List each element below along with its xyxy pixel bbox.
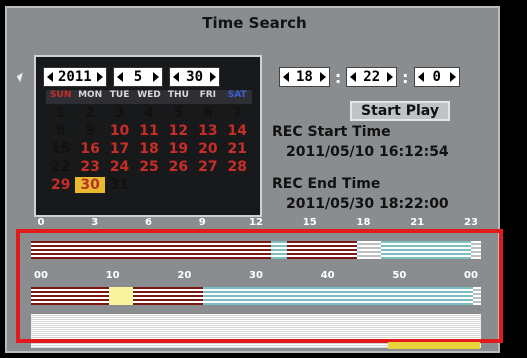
calendar-day[interactable]: 17 <box>105 141 134 157</box>
weekday-label: WED <box>137 90 161 100</box>
calendar-day[interactable]: 5 <box>164 105 193 121</box>
colon-separator: : <box>334 67 342 87</box>
arrow-right-icon[interactable] <box>96 72 103 82</box>
day-selector[interactable]: 30 <box>169 67 221 87</box>
calendar-day[interactable]: 31 <box>105 177 134 193</box>
calendar-day[interactable]: 23 <box>75 159 104 175</box>
calendar-day[interactable]: 13 <box>193 123 222 139</box>
calendar-day[interactable]: 30 <box>75 177 105 193</box>
month-selector[interactable]: 5 <box>112 67 164 87</box>
second-selector[interactable]: 0 <box>413 67 460 87</box>
calendar-day[interactable]: 19 <box>164 141 193 157</box>
arrow-left-icon[interactable] <box>47 72 53 82</box>
calendar-day[interactable]: 27 <box>193 159 222 175</box>
colon-separator: : <box>402 67 409 87</box>
weekday-label: SUN <box>50 90 72 100</box>
calendar-day[interactable]: 8 <box>46 123 75 139</box>
calendar-day[interactable]: 3 <box>105 105 134 121</box>
calendar-day[interactable]: 12 <box>164 123 193 139</box>
calendar-day[interactable]: 9 <box>75 123 104 139</box>
arrow-right-icon[interactable] <box>153 72 160 82</box>
calendar-day[interactable]: 10 <box>105 123 134 139</box>
arrow-right-icon[interactable] <box>319 72 326 82</box>
calendar-day[interactable]: 26 <box>164 159 193 175</box>
window-title: Time Search <box>202 14 307 32</box>
calendar-day[interactable]: 4 <box>134 105 163 121</box>
dvr-screen: Time Search 2011 5 30 SUN MON TUE WED TH… <box>0 0 527 358</box>
hour-tick-label: 21 <box>410 217 425 228</box>
rec-start-label: REC Start Time <box>272 124 391 140</box>
weekday-label: SAT <box>227 90 247 100</box>
hour-tick-label: 3 <box>91 217 99 228</box>
calendar-day[interactable]: 20 <box>193 141 222 157</box>
calendar-day[interactable]: 29 <box>46 177 75 193</box>
calendar-day[interactable]: 28 <box>223 159 252 175</box>
calendar-day[interactable]: 15 <box>46 141 75 157</box>
month-value: 5 <box>133 69 143 85</box>
minute-selector[interactable]: 22 <box>346 67 398 87</box>
hour-tick-label: 15 <box>302 217 317 228</box>
hour-tick-label: 12 <box>249 217 263 228</box>
calendar-day[interactable]: 14 <box>223 123 252 139</box>
calendar-day[interactable]: 1 <box>46 105 75 121</box>
arrow-left-icon[interactable] <box>116 72 123 82</box>
arrow-left-icon[interactable] <box>417 72 424 82</box>
calendar-day[interactable]: 7 <box>223 105 252 121</box>
hour-tick-label: 18 <box>356 217 371 228</box>
calendar-day[interactable]: 25 <box>134 159 163 175</box>
calendar-day[interactable]: 2 <box>75 105 104 121</box>
hour-tick-label: 6 <box>145 217 152 228</box>
calendar-empty-cell <box>193 177 222 193</box>
weekday-header: SUN MON TUE WED THU FRI SAT <box>46 90 252 104</box>
arrow-right-icon[interactable] <box>387 72 394 82</box>
calendar-day[interactable]: 16 <box>75 141 104 157</box>
calendar-empty-cell <box>164 177 193 193</box>
status-bar <box>388 342 480 349</box>
hour-value: 18 <box>296 69 313 85</box>
weekday-label: TUE <box>109 90 130 100</box>
day-value: 30 <box>186 69 204 85</box>
weekday-label: MON <box>78 90 103 100</box>
rec-start-value: 2011/05/10 16:12:54 <box>286 144 449 160</box>
calendar-day[interactable]: 21 <box>223 141 252 157</box>
second-value: 0 <box>432 69 441 85</box>
hour-selector[interactable]: 18 <box>279 67 330 87</box>
calendar-day[interactable]: 18 <box>134 141 163 157</box>
hour-tick-label: 9 <box>198 217 206 228</box>
arrow-right-icon[interactable] <box>210 72 217 82</box>
mouse-cursor-icon <box>16 72 27 83</box>
calendar-day[interactable]: 6 <box>193 105 222 121</box>
arrow-left-icon[interactable] <box>283 72 289 82</box>
weekday-label: FRI <box>199 90 217 100</box>
year-value: 2011 <box>58 69 92 85</box>
rec-end-label: REC End Time <box>272 176 381 192</box>
arrow-left-icon[interactable] <box>173 72 180 82</box>
rec-end-value: 2011/05/30 18:22:00 <box>286 196 449 212</box>
calendar-day[interactable]: 11 <box>134 123 163 139</box>
minute-value: 22 <box>363 69 381 85</box>
calendar: 2011 5 30 SUN MON TUE WED THU FRI SAT 12345678… <box>34 55 262 217</box>
calendar-grid: 1 2 3 4 5 6 7 8 9 10 11 12 13 14 15 16 17 18 19 20 21 22 23 24 2… <box>46 105 252 193</box>
year-selector[interactable]: 2011 <box>43 67 107 87</box>
calendar-empty-cell <box>223 177 252 193</box>
calendar-empty-cell <box>134 177 163 193</box>
hour-axis: 0 3 6 9 12 15 18 21 23 <box>37 217 478 229</box>
start-play-button[interactable]: Start Play <box>350 101 450 121</box>
calendar-day[interactable]: 24 <box>105 159 134 175</box>
calendar-day[interactable]: 22 <box>46 159 75 175</box>
date-selector: 2011 5 30 <box>43 67 221 87</box>
arrow-right-icon[interactable] <box>449 72 456 82</box>
arrow-left-icon[interactable] <box>350 72 357 82</box>
time-selector: 18 : 22 : 0 <box>279 67 460 87</box>
weekday-label: THU <box>167 90 189 100</box>
hour-tick-label: 23 <box>464 217 478 228</box>
hour-tick-label: 0 <box>37 217 45 228</box>
highlight-frame <box>16 229 503 343</box>
